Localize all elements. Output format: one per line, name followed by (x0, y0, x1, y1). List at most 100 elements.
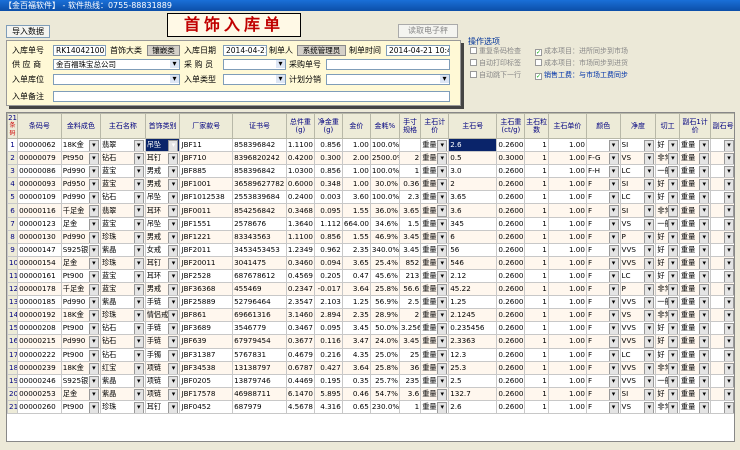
table-cell[interactable]: F (585, 334, 621, 349)
table-cell[interactable]: 非常 (655, 203, 680, 218)
table-row[interactable]: 1300000185Pd990紫晶手链JBF25889527964642.354… (7, 295, 734, 310)
table-cell[interactable]: 足金 (60, 216, 101, 231)
table-cell[interactable]: 1.2349 (285, 242, 315, 257)
table-cell[interactable]: 2.12 (448, 268, 498, 284)
table-cell[interactable]: 0.2600 (496, 386, 526, 401)
purchase-no-field[interactable] (326, 59, 450, 70)
table-row[interactable]: 180000023918K金红宝项链JBF34538131387970.6787… (7, 360, 734, 375)
table-cell[interactable]: 1 (524, 347, 549, 362)
table-cell[interactable]: 858396842 (232, 137, 287, 153)
table-cell[interactable]: 重量 (420, 295, 450, 310)
table-cell[interactable] (710, 177, 734, 192)
column-header[interactable]: 主石重(ct/g) (496, 113, 526, 139)
column-header[interactable]: 副石号 (710, 113, 734, 139)
table-cell[interactable]: 00000222 (17, 347, 62, 362)
table-cell[interactable]: 69661316 (232, 308, 287, 323)
table-cell[interactable]: 0.2600 (496, 203, 526, 218)
table-cell[interactable]: 3.256 (398, 321, 422, 336)
receipt-no-field[interactable]: RK140421001 (53, 45, 106, 56)
table-cell[interactable]: SI (619, 137, 657, 153)
table-cell[interactable]: 54.7% (369, 386, 400, 401)
table-cell[interactable]: 好 (655, 229, 680, 244)
table-cell[interactable]: VVS (619, 360, 657, 375)
table-cell[interactable]: VVS (619, 242, 657, 257)
table-cell[interactable]: 1.00 (547, 282, 587, 297)
table-cell[interactable]: 18K金 (60, 308, 101, 323)
option-checkbox[interactable]: ✓ (535, 73, 542, 80)
table-cell[interactable]: 1.00 (547, 334, 587, 349)
table-cell[interactable]: 18K金 (60, 360, 101, 375)
table-cell[interactable]: Pt900 (60, 321, 101, 336)
table-cell[interactable]: LC (619, 347, 657, 362)
table-cell[interactable]: 重量 (678, 229, 712, 244)
table-cell[interactable]: 100.0% (369, 137, 400, 153)
table-cell[interactable]: 1 (524, 268, 549, 284)
table-cell[interactable]: Pd990 (60, 295, 101, 310)
table-cell[interactable]: 2 (448, 177, 498, 192)
table-cell[interactable]: 2 (398, 308, 422, 323)
table-cell[interactable]: 0.856 (313, 229, 343, 244)
table-cell[interactable]: 50.0% (369, 321, 400, 336)
table-cell[interactable]: 56 (448, 242, 498, 257)
table-cell[interactable]: 耳钉 (144, 399, 181, 414)
table-cell[interactable]: 3.45 (398, 242, 422, 257)
table-cell[interactable]: 耳环 (144, 203, 181, 218)
table-cell[interactable]: 0.6787 (285, 360, 315, 375)
table-cell[interactable]: F (585, 216, 621, 231)
table-cell[interactable]: 重量 (420, 334, 450, 349)
table-cell[interactable]: 1.55 (341, 229, 371, 244)
table-cell[interactable]: 男戒 (144, 229, 181, 244)
table-cell[interactable]: 好 (655, 268, 680, 284)
table-cell[interactable]: 1 (524, 282, 549, 297)
table-cell[interactable]: 1.1100 (285, 137, 315, 153)
table-cell[interactable]: 30.0% (369, 177, 400, 192)
table-cell[interactable]: 25.4% (369, 255, 400, 270)
table-cell[interactable]: F (585, 386, 621, 401)
table-cell[interactable]: 3041475 (232, 255, 287, 270)
option-checkbox[interactable] (535, 59, 542, 66)
table-cell[interactable]: 1.00 (547, 399, 587, 414)
table-cell[interactable]: P (619, 229, 657, 244)
table-cell[interactable]: 重量 (678, 190, 712, 205)
table-cell[interactable]: F (585, 229, 621, 244)
table-cell[interactable]: 1.00 (341, 164, 371, 179)
table-cell[interactable]: S925银 (60, 373, 101, 388)
table-cell[interactable]: 3.65 (398, 203, 422, 218)
table-cell[interactable]: 1.00 (547, 137, 587, 153)
table-cell[interactable]: 好 (655, 334, 680, 349)
table-cell[interactable]: 4.35 (341, 347, 371, 362)
table-cell[interactable]: VS (619, 399, 657, 414)
table-cell[interactable]: 1 (524, 334, 549, 349)
method-select[interactable] (326, 74, 450, 85)
table-cell[interactable]: 3.60 (341, 190, 371, 205)
table-row[interactable]: 2100000260Pt900珍珠耳钉JBF04526879794.56784.… (7, 399, 734, 414)
table-cell[interactable]: 00000260 (17, 399, 62, 414)
table-cell[interactable]: 0.2600 (496, 360, 526, 375)
table-cell[interactable]: 2553839684 (232, 190, 287, 205)
table-cell[interactable]: 3546779 (232, 321, 287, 336)
table-cell[interactable]: 00000116 (17, 203, 62, 218)
table-cell[interactable]: SI (619, 386, 657, 401)
table-cell[interactable]: 67979454 (232, 334, 287, 349)
table-cell[interactable]: 1.00 (547, 242, 587, 257)
table-cell[interactable]: 重量 (678, 203, 712, 218)
table-cell[interactable]: 重量 (678, 164, 712, 179)
table-cell[interactable]: 重量 (678, 268, 712, 284)
table-cell[interactable]: 0.2600 (496, 321, 526, 336)
table-cell[interactable]: 1 (524, 137, 549, 153)
table-cell[interactable] (710, 386, 734, 401)
table-cell[interactable]: 非常 (655, 151, 680, 166)
table-row[interactable]: 500000109Pd990钻石吊坠JBF101253825538396840.… (7, 190, 734, 205)
table-cell[interactable]: 0.856 (313, 137, 343, 153)
table-cell[interactable]: VS (619, 308, 657, 323)
table-cell[interactable]: 00000079 (17, 151, 62, 166)
table-cell[interactable]: 45.6% (369, 268, 400, 284)
table-cell[interactable]: 0.2600 (496, 216, 526, 231)
table-cell[interactable]: 非常 (655, 399, 680, 414)
table-cell[interactable] (710, 360, 734, 375)
table-cell[interactable]: 2.35 (341, 308, 371, 323)
table-cell[interactable]: 翡翠 (99, 137, 146, 153)
table-cell[interactable]: 1 (524, 308, 549, 323)
table-cell[interactable]: 00000239 (17, 360, 62, 375)
column-header[interactable]: 主石粒数 (524, 113, 549, 139)
